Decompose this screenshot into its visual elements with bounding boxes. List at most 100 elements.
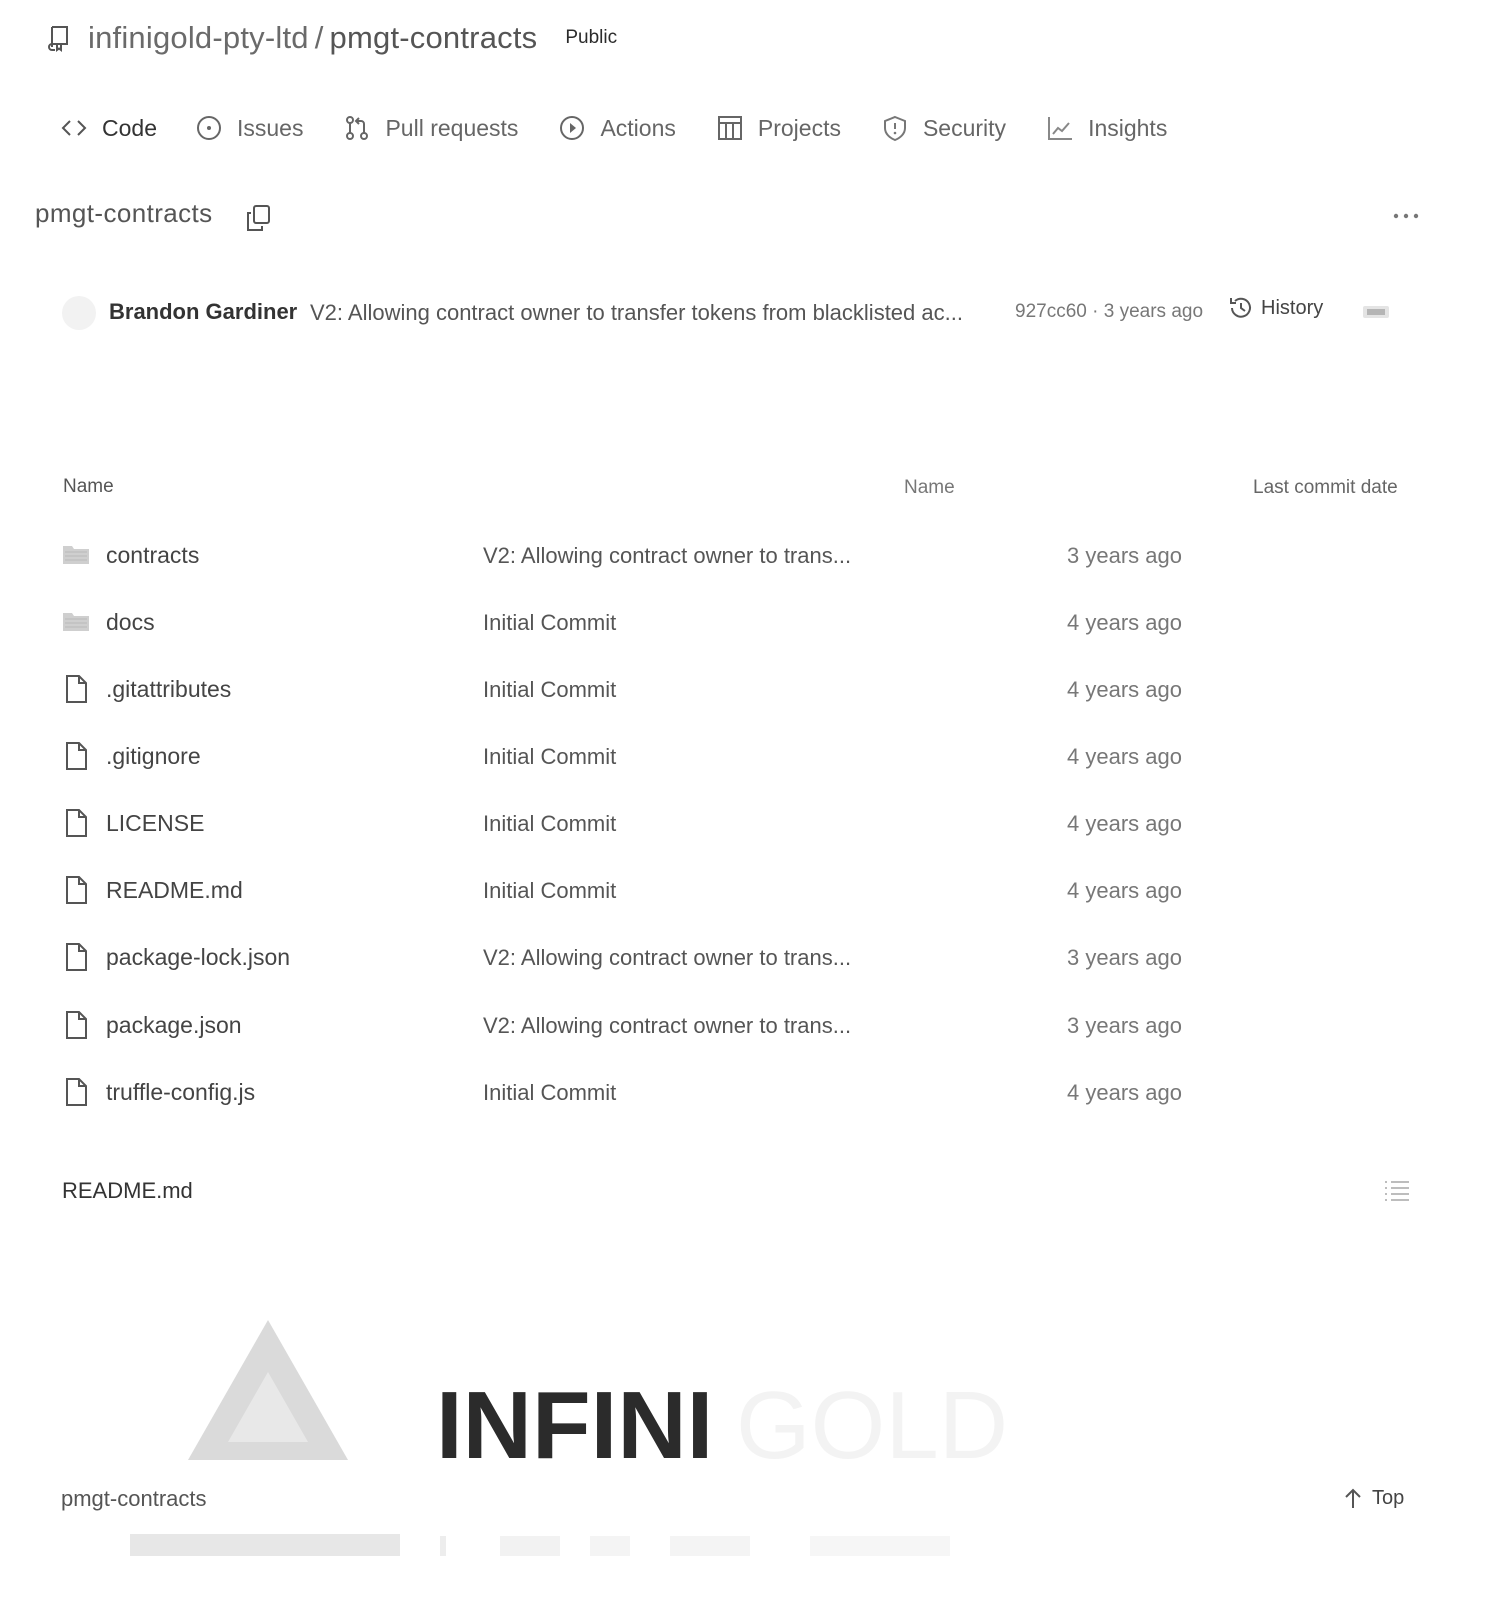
column-header-name: Name xyxy=(63,476,114,497)
avatar[interactable] xyxy=(62,296,96,330)
file-commit-message[interactable]: Initial Commit xyxy=(483,811,883,837)
arrow-up-icon xyxy=(1342,1486,1364,1510)
tab-issues[interactable]: Issues xyxy=(195,114,303,142)
file-commit-date: 4 years ago xyxy=(1067,811,1182,836)
repo-name-link[interactable]: pmgt-contracts xyxy=(330,20,538,55)
folder-icon xyxy=(62,607,90,637)
file-name[interactable]: LICENSE xyxy=(106,810,204,837)
file-commit-date: 4 years ago xyxy=(1067,610,1182,635)
table-row[interactable]: package-lock.json V2: Allowing contract … xyxy=(62,928,1422,988)
file-commit-message[interactable]: Initial Commit xyxy=(483,878,883,904)
file-commit-message[interactable]: V2: Allowing contract owner to trans... xyxy=(483,543,883,569)
latest-commit-bar: Brandon Gardiner V2: Allowing contract o… xyxy=(62,290,1422,336)
file-name[interactable]: package.json xyxy=(106,1012,242,1039)
tab-label: Issues xyxy=(236,114,304,141)
file-commit-message[interactable]: V2: Allowing contract owner to trans... xyxy=(483,945,883,971)
file-commit-message[interactable]: Initial Commit xyxy=(483,744,883,770)
commit-meta: 927cc60 · 3 years ago xyxy=(1015,301,1203,323)
back-to-top-link[interactable]: Top xyxy=(1342,1486,1404,1510)
file-icon xyxy=(62,741,90,771)
tab-label: Insights xyxy=(1088,114,1168,141)
tab-actions[interactable]: Actions xyxy=(558,114,676,142)
repo-breadcrumb: infinigold-pty-ltd / pmgt-contracts xyxy=(88,20,537,56)
history-link[interactable]: History xyxy=(1227,294,1323,322)
table-row[interactable]: truffle-config.js Initial Commit 4 years… xyxy=(62,1063,1422,1123)
file-icon xyxy=(62,808,90,838)
tab-label: Pull requests xyxy=(385,114,519,141)
tab-label: Security xyxy=(922,114,1007,141)
file-commit-message[interactable]: Initial Commit xyxy=(483,1080,883,1106)
play-icon xyxy=(558,114,586,142)
tab-label: Projects xyxy=(757,114,841,141)
table-row[interactable]: package.json V2: Allowing contract owner… xyxy=(62,996,1422,1056)
file-commit-date: 3 years ago xyxy=(1067,543,1182,568)
file-name[interactable]: package-lock.json xyxy=(106,944,290,971)
commit-time: 3 years ago xyxy=(1103,301,1204,322)
visibility-badge: Public xyxy=(565,27,618,48)
owner-link[interactable]: infinigold-pty-ltd xyxy=(88,20,309,55)
infinigold-logo: INFINI GOLD xyxy=(180,1312,1040,1487)
column-header-message: Name xyxy=(904,477,955,498)
history-icon xyxy=(1227,294,1255,322)
file-commit-message[interactable]: Initial Commit xyxy=(483,677,883,703)
file-icon xyxy=(62,875,90,905)
table-row[interactable]: .gitattributes Initial Commit 4 years ag… xyxy=(62,660,1422,720)
table-row[interactable]: docs Initial Commit 4 years ago xyxy=(62,593,1422,653)
file-icon xyxy=(62,1077,90,1107)
repo-icon xyxy=(48,24,72,52)
column-header-date: Last commit date xyxy=(1253,477,1398,498)
file-commit-message[interactable]: V2: Allowing contract owner to trans... xyxy=(483,1013,883,1039)
file-commit-date: 4 years ago xyxy=(1067,1080,1182,1105)
tab-pull-requests[interactable]: Pull requests xyxy=(343,114,518,142)
kebab-horizontal-icon[interactable] xyxy=(1390,210,1422,222)
tab-label: Actions xyxy=(600,114,676,141)
file-name[interactable]: truffle-config.js xyxy=(106,1079,255,1106)
issue-opened-icon xyxy=(195,114,223,142)
file-commit-date: 3 years ago xyxy=(1067,945,1182,970)
commit-author[interactable]: Brandon Gardiner xyxy=(109,299,297,325)
file-icon xyxy=(62,1010,90,1040)
file-name[interactable]: .gitignore xyxy=(106,743,201,770)
table-row[interactable]: .gitignore Initial Commit 4 years ago xyxy=(62,727,1422,787)
tab-insights[interactable]: Insights xyxy=(1046,114,1167,142)
git-pull-request-icon xyxy=(343,114,371,142)
tab-label: Code xyxy=(102,114,157,141)
table-row[interactable]: contracts V2: Allowing contract owner to… xyxy=(62,526,1422,586)
file-commit-date: 4 years ago xyxy=(1067,677,1182,702)
readme-title[interactable]: README.md xyxy=(62,1178,193,1204)
file-name[interactable]: docs xyxy=(106,609,155,636)
file-icon xyxy=(62,942,90,972)
commit-hash[interactable]: 927cc60 xyxy=(1015,301,1087,322)
table-icon xyxy=(716,114,744,142)
file-name[interactable]: .gitattributes xyxy=(106,676,231,703)
breadcrumb-separator: / xyxy=(314,20,324,55)
repo-nav: Code Issues Pull requests Actions Projec… xyxy=(60,106,1207,150)
meta-separator: · xyxy=(1092,301,1099,322)
commits-count-icon[interactable] xyxy=(1362,304,1390,320)
file-commit-date: 4 years ago xyxy=(1067,878,1182,903)
list-unordered-icon[interactable] xyxy=(1382,1178,1412,1204)
graph-icon xyxy=(1046,114,1074,142)
footer-repo-name: pmgt-contracts xyxy=(61,1486,207,1511)
file-commit-date: 4 years ago xyxy=(1067,744,1182,769)
faded-logo-strip xyxy=(130,1530,1350,1560)
repo-header: infinigold-pty-ltd / pmgt-contracts Public xyxy=(48,14,617,62)
table-row[interactable]: LICENSE Initial Commit 4 years ago xyxy=(62,794,1422,854)
copy-icon[interactable] xyxy=(244,203,272,233)
logo-text-light: GOLD xyxy=(736,1372,1008,1479)
file-commit-date: 3 years ago xyxy=(1067,1013,1182,1038)
tab-projects[interactable]: Projects xyxy=(716,114,841,142)
logo-text-bold: INFINI xyxy=(436,1372,713,1479)
code-icon xyxy=(60,114,88,142)
repo-title: pmgt-contracts xyxy=(35,198,213,228)
tab-security[interactable]: Security xyxy=(881,114,1006,142)
file-name[interactable]: contracts xyxy=(106,542,199,569)
file-name[interactable]: README.md xyxy=(106,877,243,904)
shield-icon xyxy=(881,114,909,142)
table-row[interactable]: README.md Initial Commit 4 years ago xyxy=(62,861,1422,921)
file-commit-message[interactable]: Initial Commit xyxy=(483,610,883,636)
history-label: History xyxy=(1261,296,1324,319)
tab-code[interactable]: Code xyxy=(60,114,157,142)
file-icon xyxy=(62,674,90,704)
commit-message[interactable]: V2: Allowing contract owner to transfer … xyxy=(310,300,998,326)
